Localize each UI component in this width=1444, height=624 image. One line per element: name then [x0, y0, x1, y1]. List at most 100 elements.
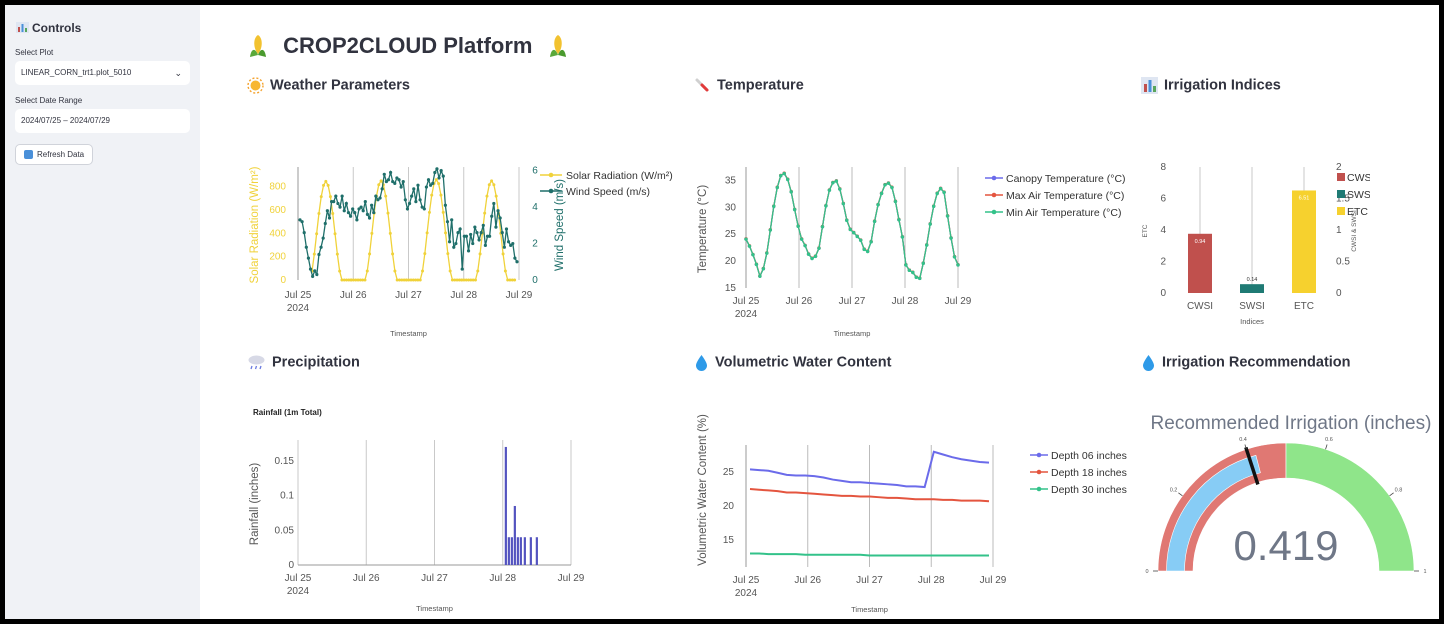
- temp-point: [900, 235, 905, 239]
- temp-point: [765, 251, 769, 255]
- wind-point: [403, 198, 407, 202]
- temp-point: [855, 234, 859, 239]
- legend-label: Max Air Temperature (°C): [1006, 190, 1124, 202]
- plot-select-value: LINEAR_CORN_trt1.plot_5010: [21, 68, 132, 77]
- solar-point: [494, 194, 498, 198]
- rain-bar: [535, 537, 538, 565]
- y-tick-label: 25: [725, 229, 737, 240]
- temp-point: [886, 181, 891, 185]
- refresh-data-button[interactable]: Refresh Data: [15, 144, 93, 165]
- x-tick-label: CWSI: [1187, 301, 1213, 312]
- y-right-tick-label: 4: [532, 202, 538, 213]
- plot-select-label: Select Plot: [15, 48, 54, 57]
- solar-point: [492, 183, 496, 187]
- x-year-label: 2024: [287, 303, 310, 314]
- solar-point: [430, 193, 434, 197]
- gauge-tick-label: 0.2: [1170, 487, 1178, 493]
- solar-point: [478, 252, 482, 256]
- solar-point: [513, 278, 517, 282]
- temp-point: [883, 183, 887, 187]
- wind-point: [475, 231, 479, 235]
- wind-point: [492, 201, 496, 206]
- main-content: CROP2CLOUD Platform Weather Parameters T…: [200, 5, 1439, 619]
- wind-point: [386, 178, 391, 182]
- gauge-tick: [1325, 444, 1328, 450]
- wind-point: [504, 227, 509, 231]
- y-tick-label: 20: [723, 501, 735, 512]
- wind-point: [313, 269, 317, 273]
- solar-point: [379, 179, 383, 183]
- wind-point: [361, 209, 365, 213]
- rain-bar: [513, 505, 516, 565]
- solar-point: [427, 210, 431, 214]
- temperature-heading-text: Temperature: [717, 77, 804, 94]
- wind-point: [443, 203, 447, 207]
- chevron-down-icon: ⌄: [174, 68, 182, 78]
- plot-select[interactable]: LINEAR_CORN_trt1.plot_5010 ⌄: [15, 61, 190, 85]
- y-left-tick-label: 0: [280, 275, 286, 286]
- gauge-tick-label: 0.4: [1239, 437, 1247, 443]
- date-range-input[interactable]: 2024/07/25 – 2024/07/29: [15, 109, 190, 133]
- temp-point: [838, 187, 842, 191]
- legend-label: SWSI: [1347, 189, 1370, 201]
- temp-point: [799, 237, 804, 241]
- bar-value-label: 0.94: [1195, 239, 1206, 245]
- temperature-chart: 15 20 25 30 35 Temperature (°C) Jul 25 Jul 26 Ju…: [697, 167, 1126, 338]
- gauge-tick-label: 1: [1423, 569, 1426, 575]
- legend-marker: [991, 209, 997, 215]
- wind-point: [401, 179, 405, 184]
- y-right-tick-label: 2: [1336, 162, 1342, 173]
- temp-point: [897, 218, 901, 222]
- wind-point: [367, 216, 372, 220]
- rain-bar: [504, 446, 507, 565]
- temp-point: [813, 254, 818, 259]
- wind-point: [464, 234, 469, 238]
- temp-point: [879, 191, 884, 196]
- legend-label: CWSI: [1347, 172, 1370, 184]
- temp-point: [852, 231, 856, 235]
- wind-point: [336, 201, 340, 206]
- rain-bar: [523, 537, 526, 565]
- x-axis-title: Timestamp: [851, 605, 888, 614]
- bar-etc: [1292, 190, 1316, 293]
- temp-point: [872, 219, 877, 224]
- y-tick-label: 35: [725, 175, 737, 186]
- wind-point: [454, 241, 458, 246]
- x-tick-label: Jul 25: [733, 575, 760, 586]
- solar-point: [370, 231, 374, 235]
- gauge-tick-label: 0.8: [1395, 487, 1403, 493]
- temp-point: [772, 204, 776, 209]
- x-tick-label: Jul 28: [489, 573, 516, 584]
- precip-heading-text: Precipitation: [272, 354, 360, 371]
- vwc-chart: 15 20 25 Volumetric Water Content (%) Jul 25…: [697, 414, 1127, 614]
- wind-point: [372, 210, 376, 215]
- rain-bar: [510, 537, 513, 565]
- temp-point: [935, 191, 939, 196]
- x-tick-label: Jul 29: [980, 575, 1007, 586]
- x-tick-label: SWSI: [1239, 301, 1265, 312]
- y-right-tick-label: 1: [1336, 225, 1342, 236]
- rain-cloud-icon: [248, 355, 265, 370]
- rain-bar: [529, 537, 532, 565]
- wind-point: [506, 240, 511, 244]
- wind-point: [471, 241, 475, 246]
- bar-swsi: [1240, 284, 1264, 293]
- temp-point: [820, 225, 825, 229]
- wind-point: [488, 234, 492, 238]
- wind-point: [317, 252, 321, 257]
- temp-point: [775, 185, 779, 190]
- wind-point: [513, 256, 517, 260]
- y-axis-title: Volumetric Water Content (%): [697, 414, 709, 566]
- temp-point: [779, 174, 783, 178]
- solar-point: [425, 231, 429, 235]
- temp-point: [907, 268, 912, 273]
- y-tick-label: 20: [725, 256, 737, 267]
- wind-point: [481, 223, 485, 227]
- temp-point: [890, 185, 894, 190]
- wind-point: [414, 200, 418, 204]
- rain-bar: [507, 537, 510, 565]
- wind-point: [319, 245, 323, 249]
- temp-point: [869, 240, 873, 244]
- wind-point: [374, 194, 378, 198]
- wind-point: [410, 194, 414, 198]
